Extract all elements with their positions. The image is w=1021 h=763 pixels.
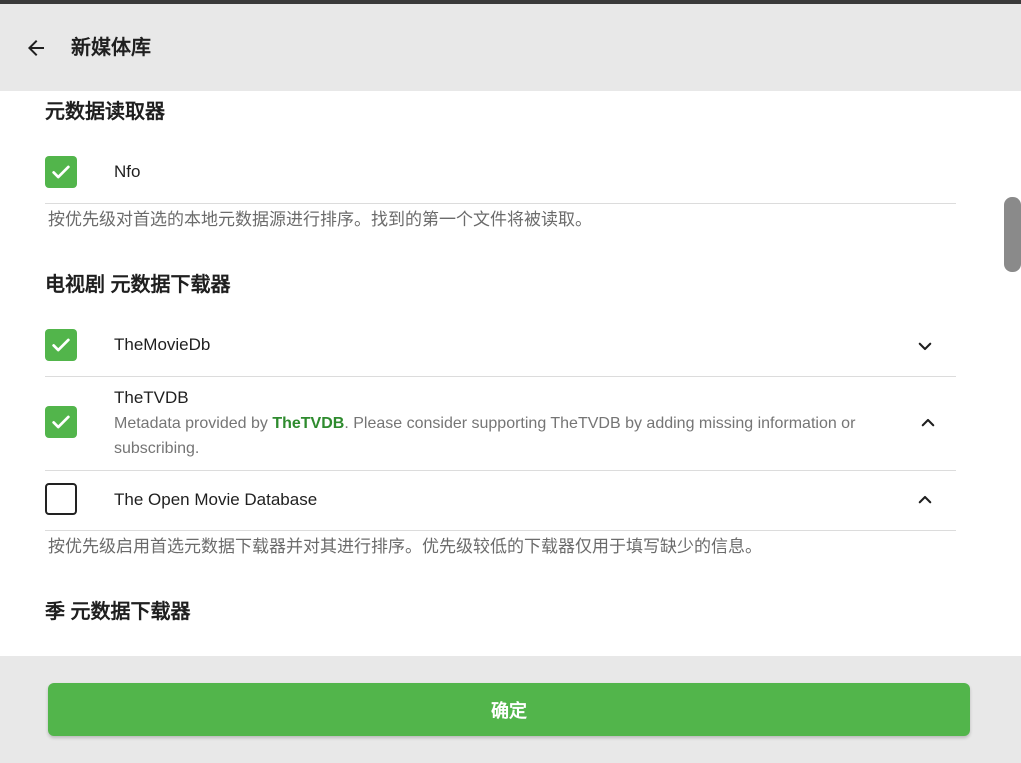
nfo-checkbox[interactable] — [45, 156, 77, 188]
check-icon — [52, 338, 70, 352]
check-icon — [52, 165, 70, 179]
dialog-content: 元数据读取器 Nfo 按优先级对首选的本地元数据源进行排序。找到的第一个文件将被… — [0, 91, 1021, 656]
thetvdb-collapse-button[interactable] — [916, 411, 940, 435]
ok-button[interactable]: 确定 — [48, 683, 970, 736]
section-title-tv-downloaders: 电视剧 元数据下载器 — [45, 274, 231, 296]
themoviedb-expand-button[interactable] — [913, 334, 937, 358]
omdb-checkbox[interactable] — [45, 483, 77, 515]
chevron-down-icon — [918, 342, 932, 351]
check-icon — [52, 415, 70, 429]
thetvdb-desc-before: Metadata provided by — [114, 415, 273, 432]
dialog-footer: 确定 — [0, 656, 1021, 763]
thetvdb-checkbox[interactable] — [45, 406, 77, 438]
list-item-nfo: Nfo — [45, 140, 956, 204]
section-title-season-downloaders: 季 元数据下载器 — [45, 601, 191, 623]
arrow-left-icon — [28, 40, 44, 56]
thetvdb-link[interactable]: TheTVDB — [272, 415, 344, 432]
back-button[interactable] — [18, 30, 54, 66]
scrollbar-thumb[interactable] — [1004, 197, 1021, 272]
thetvdb-label: TheTVDB — [114, 388, 189, 407]
page-title: 新媒体库 — [71, 37, 151, 59]
omdb-label: The Open Movie Database — [114, 490, 318, 509]
metadata-readers-help: 按优先级对首选的本地元数据源进行排序。找到的第一个文件将被读取。 — [48, 210, 592, 229]
list-item-themoviedb: TheMovieDb — [45, 313, 956, 377]
list-item-thetvdb: TheTVDB Metadata provided by TheTVDB. Pl… — [45, 377, 956, 471]
chevron-up-icon — [921, 418, 935, 427]
list-item-omdb: The Open Movie Database — [45, 471, 956, 531]
omdb-collapse-button[interactable] — [913, 488, 937, 512]
tv-downloaders-help: 按优先级启用首选元数据下载器并对其进行排序。优先级较低的下载器仅用于填写缺少的信… — [48, 537, 762, 556]
nfo-label: Nfo — [114, 162, 141, 181]
dialog-header: 新媒体库 — [0, 4, 1021, 91]
chevron-up-icon — [918, 495, 932, 504]
themoviedb-checkbox[interactable] — [45, 329, 77, 361]
section-title-metadata-readers: 元数据读取器 — [45, 101, 165, 123]
themoviedb-label: TheMovieDb — [114, 335, 211, 354]
thetvdb-description: Metadata provided by TheTVDB. Please con… — [114, 411, 904, 461]
